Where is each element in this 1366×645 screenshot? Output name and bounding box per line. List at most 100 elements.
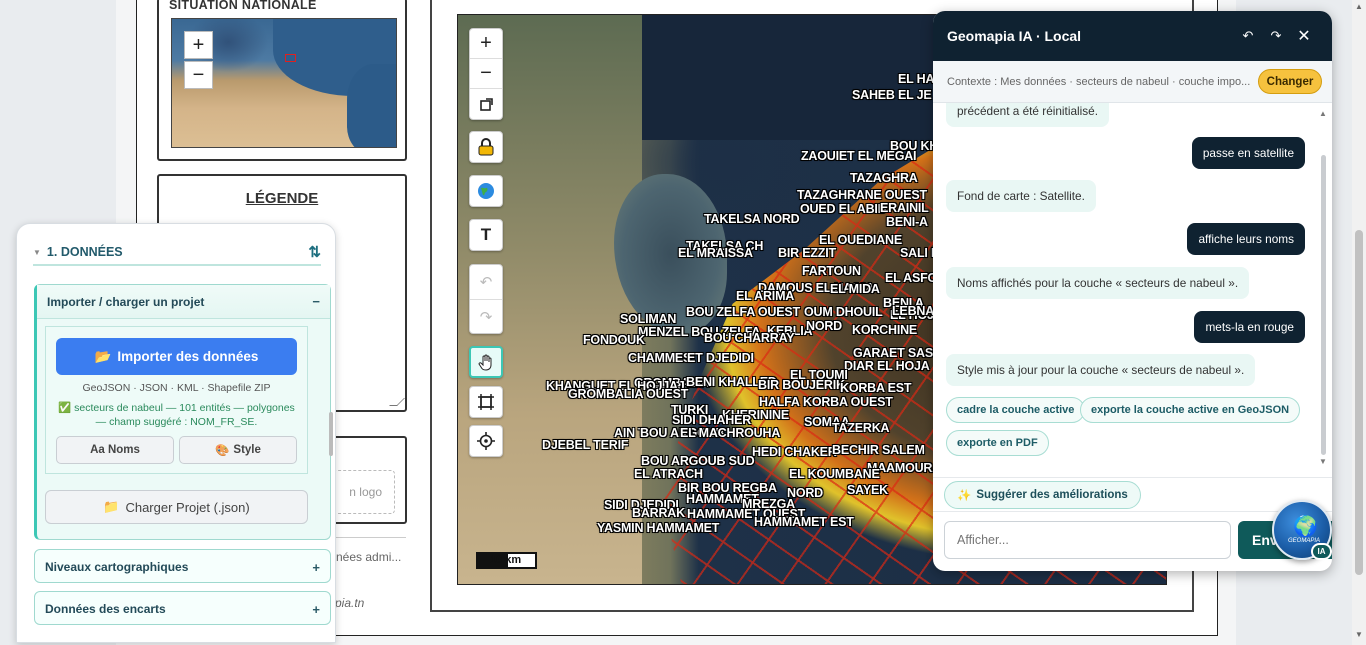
sector-label: TAKELSA NORD xyxy=(704,212,800,226)
sector-label: TAZAGHRANE OUEST xyxy=(797,188,927,202)
map-levels-section[interactable]: Niveaux cartographiques + xyxy=(34,549,331,583)
sector-label: EL ARIMA xyxy=(736,289,795,303)
collapse-caret-icon[interactable]: ▼ xyxy=(33,248,41,257)
sector-label: EL HA xyxy=(898,72,935,86)
frame-tool-button[interactable] xyxy=(469,386,503,418)
sector-label: OUED EL ABID xyxy=(800,202,887,216)
import-data-button[interactable]: 📂 Importer des données xyxy=(56,338,297,375)
import-card: 📂 Importer des données GeoJSON · JSON · … xyxy=(45,326,308,474)
import-status: ✅ secteurs de nabeul — 101 entités — pol… xyxy=(58,402,295,428)
lock-icon xyxy=(478,138,494,156)
sector-label: KORCHINE xyxy=(852,323,918,337)
undo-icon[interactable]: ↶ xyxy=(1234,28,1262,44)
insets-data-section[interactable]: Données des encarts + xyxy=(34,591,331,625)
globe-icon xyxy=(478,183,494,199)
lock-button[interactable] xyxy=(469,131,503,163)
load-project-button[interactable]: 📁 Charger Projet (.json) xyxy=(45,490,308,524)
style-button[interactable]: 🎨 Style xyxy=(179,436,297,464)
sector-label: BOU ARGOUB SUD xyxy=(641,454,755,468)
sector-label: ZAOUIET EL MEGAI xyxy=(801,149,917,163)
scale-label: 10 km xyxy=(490,554,522,566)
extent-indicator xyxy=(285,54,296,62)
mini-map[interactable]: + − xyxy=(171,18,397,148)
crop-icon xyxy=(478,394,494,410)
sector-label: FARTOUN xyxy=(802,264,861,278)
sector-label: GARAET SASSI xyxy=(853,346,945,360)
zoom-out-button[interactable]: − xyxy=(470,59,502,89)
text-tool-button[interactable]: T xyxy=(469,219,503,251)
suggestion-chip[interactable]: cadre la couche active xyxy=(946,397,1086,423)
mini-zoom-in-button[interactable]: + xyxy=(184,31,213,59)
sector-label: HALFA xyxy=(759,395,800,409)
undo-button[interactable]: ↶ xyxy=(470,265,502,300)
data-panel: ▼ 1. DONNÉES ⇅ Importer / charger un proj… xyxy=(16,223,336,643)
resize-handle[interactable] xyxy=(389,398,405,406)
sector-label: FONDOUK xyxy=(583,333,645,347)
sector-label: HAMMAMET EST xyxy=(754,515,854,529)
suggest-improvements-button[interactable]: ✨ Suggérer des améliorations xyxy=(944,481,1141,509)
sector-label: BIR EZZIT xyxy=(778,246,836,260)
sector-label: ET DJEDIDI xyxy=(687,351,754,365)
situation-title: SITUATION NATIONALE xyxy=(169,0,317,12)
sector-label: EL KOUMBANE xyxy=(789,467,880,481)
fullscreen-button[interactable] xyxy=(470,89,502,119)
redo-button[interactable]: ↷ xyxy=(470,300,502,334)
website-text: pia.tn xyxy=(335,596,365,610)
input-bar: Envoyer xyxy=(933,511,1332,571)
source-text: nées admi... xyxy=(336,550,402,564)
basemap-button[interactable] xyxy=(469,175,503,207)
sector-label: SOLIMAN xyxy=(620,312,677,326)
zoom-in-button[interactable]: + xyxy=(470,29,502,59)
ai-tag: IA xyxy=(1311,543,1332,560)
chat-title: Geomapia IA · Local xyxy=(947,28,1082,44)
data-panel-header[interactable]: ▼ 1. DONNÉES ⇅ xyxy=(33,240,321,266)
assistant-message: Noms affichés pour la couche « secteurs … xyxy=(946,267,1250,299)
locate-button[interactable] xyxy=(469,425,503,457)
mini-zoom-out-button[interactable]: − xyxy=(184,61,213,89)
sector-label: CHAMMES xyxy=(628,351,692,365)
close-icon[interactable]: ✕ xyxy=(1290,26,1318,46)
legend-title: LÉGENDE xyxy=(245,190,319,207)
history-controls: ↶ ↷ xyxy=(469,264,503,334)
suggestion-chip[interactable]: exporte la couche active en GeoJSON xyxy=(1080,397,1301,423)
redo-icon[interactable]: ↷ xyxy=(1262,28,1290,44)
scale-bar: 10 km xyxy=(476,552,537,569)
sector-label: HEDI CHAKER xyxy=(752,445,837,459)
chat-header: Geomapia IA · Local ↶ ↷ ✕ xyxy=(933,11,1332,61)
sector-label: TAZERKA xyxy=(832,421,890,435)
chat-scrollbar[interactable]: ▲ ▼ xyxy=(1318,109,1328,466)
globe-icon: 🌍 xyxy=(1293,516,1318,538)
context-bar: Contexte : Mes données · secteurs de nab… xyxy=(933,61,1332,103)
external-icon xyxy=(479,97,493,111)
sector-label: DIAR EL HOJA xyxy=(844,359,930,373)
message-list: précédent a été réinitialisé. passe en sa… xyxy=(933,103,1320,473)
user-message: passe en satellite xyxy=(1191,137,1305,169)
sector-label: BIR BOU xyxy=(758,378,810,392)
data-panel-title: 1. DONNÉES xyxy=(46,245,123,259)
situation-inset: SITUATION NATIONALE + − xyxy=(157,0,407,161)
sector-label: EL MRAISSA xyxy=(678,246,753,260)
collapse-toggle[interactable]: − xyxy=(312,294,320,309)
names-button[interactable]: Aa Noms xyxy=(56,436,174,464)
sort-icon[interactable]: ⇅ xyxy=(308,243,321,261)
context-text: Contexte : Mes données · secteurs de nab… xyxy=(947,75,1251,88)
expand-toggle[interactable]: + xyxy=(312,602,320,617)
sector-label: SIDI DHAHER xyxy=(672,413,752,427)
expand-toggle[interactable]: + xyxy=(312,560,320,575)
sector-label: MREZGA xyxy=(742,497,795,511)
panel-scrollbar[interactable] xyxy=(329,412,333,456)
chat-input[interactable] xyxy=(944,521,1231,559)
pan-tool-button[interactable] xyxy=(469,346,503,378)
sector-label: BARRAK xyxy=(632,506,685,520)
crosshair-icon xyxy=(477,432,495,450)
window-scrollbar[interactable]: ▲ ▼ xyxy=(1352,0,1366,645)
import-section-header[interactable]: Importer / charger un projet − xyxy=(37,285,330,319)
sector-label: TAZAGHRA xyxy=(850,171,918,185)
ai-chat-panel: Geomapia IA · Local ↶ ↷ ✕ Contexte : Mes… xyxy=(933,11,1332,571)
sector-label: KORBA OUEST xyxy=(803,395,893,409)
sector-label: BOU ZELFA OUEST xyxy=(686,305,800,319)
change-context-button[interactable]: Changer xyxy=(1258,69,1322,94)
insets-data-title: Données des encarts xyxy=(45,602,166,616)
suggestion-chip[interactable]: exporte en PDF xyxy=(946,430,1049,456)
sector-label: BENI-A xyxy=(886,215,928,229)
